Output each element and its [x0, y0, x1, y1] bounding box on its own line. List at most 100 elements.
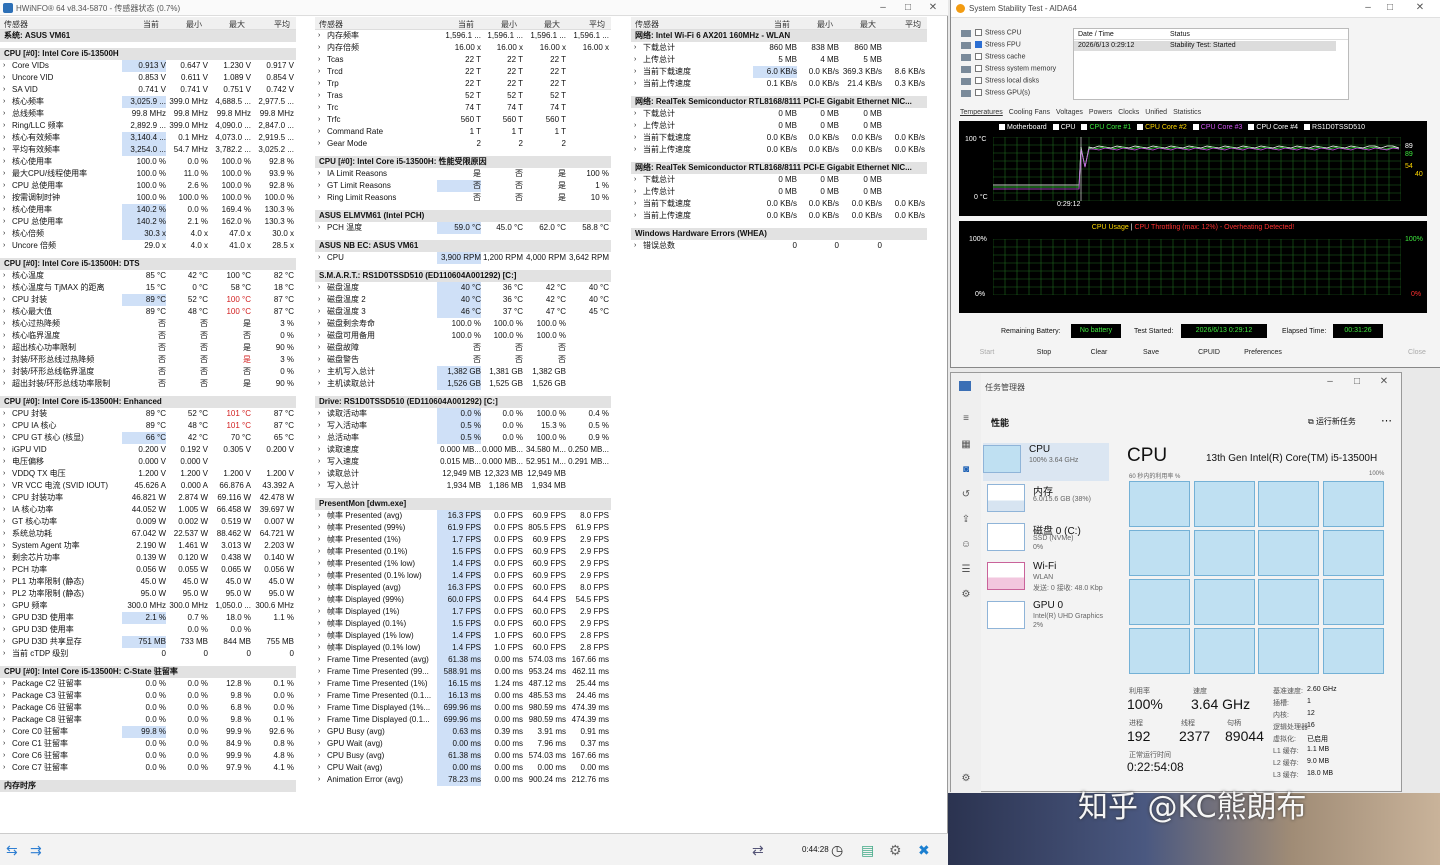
sensor-row[interactable]: › 帧率 Displayed (0.1%) 1.5 FPS 0.0 FPS 60.0 F… — [315, 618, 611, 630]
legend-checkbox[interactable] — [1192, 124, 1199, 131]
sensor-row[interactable]: › CPU 封装功率 46.821 W 2.874 W 69.116 W 42.478 W — [0, 492, 296, 504]
sensor-row[interactable]: › 内存频率 1,596.1 ... 1,596.1 ... 1,596.1 ... 1,… — [315, 30, 611, 42]
graph-tab[interactable]: Unified — [1145, 109, 1167, 116]
sensor-row[interactable]: › 帧率 Displayed (0.1% low) 1.4 FPS 1.0 FPS 60… — [315, 642, 611, 654]
sensor-row[interactable]: › Frame Time Displayed (1%... 699.96 ms 0.0… — [315, 702, 611, 714]
sensor-row[interactable]: › 帧率 Displayed (avg) 16.3 FPS 0.0 FPS 60.0 F… — [315, 582, 611, 594]
sensor-row[interactable]: › GPU 频率 300.0 MHz 300.0 MHz 1,050.0 ... 300.… — [0, 600, 296, 612]
sensor-row[interactable]: › 写入总计 1,934 MB 1,186 MB 1,934 MB — [315, 480, 611, 492]
sensor-row[interactable]: › 当前上传速度 0.1 KB/s 0.0 KB/s 21.4 KB/s 0.3 KB/s — [631, 78, 927, 90]
stress-checkbox[interactable] — [975, 65, 982, 72]
minimize-button[interactable]: – — [872, 1, 894, 15]
legend-item[interactable]: Motherboard — [999, 124, 1047, 131]
graph-tab[interactable]: Clocks — [1118, 109, 1139, 116]
close-button[interactable]: ✕ — [922, 1, 944, 15]
sensor-row[interactable]: › CPU 3,900 RPM 1,200 RPM 4,000 RPM 3,642 RPM — [315, 252, 611, 264]
column-header-1[interactable]: 当前 — [458, 19, 474, 30]
sensor-row[interactable]: › 当前下载速度 0.0 KB/s 0.0 KB/s 0.0 KB/s 0.0 KB/s — [631, 198, 927, 210]
sensor-row[interactable]: › 核心过热降频 否 否 是 3 % — [0, 318, 296, 330]
stress-checkbox[interactable] — [975, 77, 982, 84]
sensor-row[interactable]: › Trp 22 T 22 T 22 T — [315, 78, 611, 90]
sensor-row[interactable]: › 核心有效频率 3,140.4 ... 0.1 MHz 4,073.0 ... 2,91… — [0, 132, 296, 144]
sensor-group-header[interactable]: 网络: Intel Wi-Fi 6 AX201 160MHz - WLAN — [631, 30, 927, 42]
sensor-row[interactable]: › Package C6 驻留率 0.0 % 0.0 % 6.8 % 0.0 % — [0, 702, 296, 714]
tm-close-button[interactable]: ✕ — [1373, 375, 1395, 389]
graph-tab[interactable]: Powers — [1089, 109, 1112, 116]
sensor-row[interactable]: › CPU GT 核心 (核显) 66 °C 42 °C 70 °C 65 °C — [0, 432, 296, 444]
maximize-button[interactable]: □ — [897, 1, 919, 15]
sensor-row[interactable]: › Core C6 驻留率 0.0 % 0.0 % 99.9 % 4.8 % — [0, 750, 296, 762]
sensor-row[interactable]: › 系统总功耗 67.042 W 22.537 W 88.462 W 64.721 W — [0, 528, 296, 540]
sensor-row[interactable]: › 下载总计 0 MB 0 MB 0 MB — [631, 108, 927, 120]
sensor-row[interactable]: › PCH 功率 0.056 W 0.055 W 0.065 W 0.056 W — [0, 564, 296, 576]
legend-item[interactable]: CPU Core #2 — [1137, 124, 1187, 131]
tm-maximize-button[interactable]: □ — [1346, 375, 1368, 389]
legend-checkbox[interactable] — [1052, 124, 1059, 131]
sensor-row[interactable]: › 帧率 Presented (99%) 61.9 FPS 0.0 FPS 805.5 … — [315, 522, 611, 534]
sensor-row[interactable]: › 当前下载速度 0.0 KB/s 0.0 KB/s 0.0 KB/s 0.0 KB/s — [631, 132, 927, 144]
aida-button-clear[interactable]: Clear — [1081, 346, 1117, 360]
sensor-group-header[interactable]: CPU [#0]: Intel Core i5-13500H: C-State … — [0, 666, 296, 678]
sensor-row[interactable]: › Frame Time Presented (0.1... 16.13 ms 0.0… — [315, 690, 611, 702]
sensor-row[interactable]: › 帧率 Presented (1% low) 1.4 FPS 0.0 FPS 60.9… — [315, 558, 611, 570]
sensor-row[interactable]: › 帧率 Presented (avg) 16.3 FPS 0.0 FPS 60.9 F… — [315, 510, 611, 522]
sensor-row[interactable]: › 帧率 Presented (1%) 1.7 FPS 0.0 FPS 60.9 FPS… — [315, 534, 611, 546]
sensor-row[interactable]: › 磁盘温度 2 40 °C 36 °C 42 °C 40 °C — [315, 294, 611, 306]
aida-button-start[interactable]: Start — [969, 346, 1005, 360]
sensor-row[interactable]: › System Agent 功率 2.190 W 1.461 W 3.013 W 2.2… — [0, 540, 296, 552]
sensor-row[interactable]: › Core VIDs 0.913 V 0.647 V 1.230 V 0.917 V — [0, 60, 296, 72]
sensor-row[interactable]: › Tcas 22 T 22 T 22 T — [315, 54, 611, 66]
sensor-row[interactable]: › Core C1 驻留率 0.0 % 0.0 % 84.9 % 0.8 % — [0, 738, 296, 750]
app-history-icon[interactable]: ↺ — [960, 489, 972, 501]
sensor-row[interactable]: › 电压偏移 0.000 V 0.000 V — [0, 456, 296, 468]
sensor-row[interactable]: › Trcd 22 T 22 T 22 T — [315, 66, 611, 78]
sensor-row[interactable]: › 磁盘故障 否 否 否 — [315, 342, 611, 354]
sensor-group-header[interactable]: Drive: RS1D0TSSD510 (ED110604A001292) [C… — [315, 396, 611, 408]
aida-button-cpuid[interactable]: CPUID — [1191, 346, 1227, 360]
stress-checkbox[interactable] — [975, 89, 982, 96]
column-header-4[interactable]: 平均 — [589, 19, 605, 30]
sensor-row[interactable]: › VR VCC 电流 (SVID IOUT) 45.626 A 0.000 A 66.… — [0, 480, 296, 492]
sensor-row[interactable]: › SA VID 0.741 V 0.741 V 0.751 V 0.742 V — [0, 84, 296, 96]
sensor-row[interactable]: › 核心倍频 30.3 x 4.0 x 47.0 x 30.0 x — [0, 228, 296, 240]
column-header-1[interactable]: 当前 — [774, 19, 790, 30]
column-header-2[interactable]: 最小 — [501, 19, 517, 30]
sensor-group-header[interactable]: 内存时序 — [0, 780, 296, 792]
sensor-row[interactable]: › 内存倍频 16.00 x 16.00 x 16.00 x 16.00 x — [315, 42, 611, 54]
sensor-row[interactable]: › Animation Error (avg) 78.23 ms 0.00 ms 900… — [315, 774, 611, 786]
startup-apps-icon[interactable]: ⇪ — [960, 514, 972, 526]
sensor-row[interactable]: › Ring/LLC 频率 2,892.9 ... 399.0 MHz 4,090.0 … — [0, 120, 296, 132]
sensor-row[interactable]: › 核心最大值 89 °C 48 °C 100 °C 87 °C — [0, 306, 296, 318]
column-header-2[interactable]: 最小 — [186, 19, 202, 30]
sensor-row[interactable]: › 核心使用率 100.0 % 0.0 % 100.0 % 92.8 % — [0, 156, 296, 168]
sensor-row[interactable]: › Package C2 驻留率 0.0 % 0.0 % 12.8 % 0.1 % — [0, 678, 296, 690]
sensor-group-header[interactable]: 系统: ASUS VM61 — [0, 30, 296, 42]
legend-item[interactable]: RS1D0TSSD510 — [1304, 124, 1365, 131]
sensor-row[interactable]: › PL1 功率限制 (静态) 45.0 W 45.0 W 45.0 W 45.0 W — [0, 576, 296, 588]
sensor-group-header[interactable]: CPU [#0]: Intel Core i5-13500H: DTS — [0, 258, 296, 270]
sensor-row[interactable]: › PCH 温度 59.0 °C 45.0 °C 62.0 °C 58.8 °C — [315, 222, 611, 234]
legend-checkbox[interactable] — [1137, 124, 1144, 131]
sensor-row[interactable]: › 帧率 Displayed (1%) 1.7 FPS 0.0 FPS 60.0 FPS… — [315, 606, 611, 618]
stress-option[interactable]: Stress GPU(s) — [961, 89, 1030, 100]
aida-close-button[interactable]: ✕ — [1409, 1, 1431, 15]
sensor-row[interactable]: › 平均有效频率 3,254.0 ... 54.7 MHz 3,782.2 ... 3,0… — [0, 144, 296, 156]
graph-tab[interactable]: Temperatures — [960, 109, 1003, 116]
sensor-row[interactable]: › IA Limit Reasons 是 否 是 100 % — [315, 168, 611, 180]
nav-left-icon[interactable]: ⇆ — [6, 842, 18, 859]
performance-item[interactable]: 磁盘 0 (C:) SSD (NVMe) 0% — [987, 521, 1107, 559]
graph-tab[interactable]: Cooling Fans — [1009, 109, 1050, 116]
legend-item[interactable]: CPU — [1052, 124, 1075, 131]
sensor-row[interactable]: › IA 核心功率 44.052 W 1.005 W 66.458 W 39.697 W — [0, 504, 296, 516]
sensor-row[interactable]: › PL2 功率限制 (静态) 95.0 W 95.0 W 95.0 W 95.0 W — [0, 588, 296, 600]
sensor-row[interactable]: › 上传总计 5 MB 4 MB 5 MB — [631, 54, 927, 66]
stress-option[interactable]: Stress CPU — [961, 29, 1022, 40]
settings-gear-icon[interactable]: ⚙ — [960, 773, 972, 785]
sensor-row[interactable]: › Gear Mode 2 2 2 — [315, 138, 611, 150]
column-header-1[interactable]: 当前 — [143, 19, 159, 30]
column-header-0[interactable]: 传感器 — [4, 19, 28, 30]
sensor-group-header[interactable]: CPU [#0]: Intel Core i5-13500H: Enhanced — [0, 396, 296, 408]
report-icon[interactable]: ▤ — [861, 842, 874, 859]
sensor-row[interactable]: › Frame Time Presented (avg) 61.38 ms 0.00 … — [315, 654, 611, 666]
sensor-row[interactable]: › 磁盘剩余寿命 100.0 % 100.0 % 100.0 % — [315, 318, 611, 330]
